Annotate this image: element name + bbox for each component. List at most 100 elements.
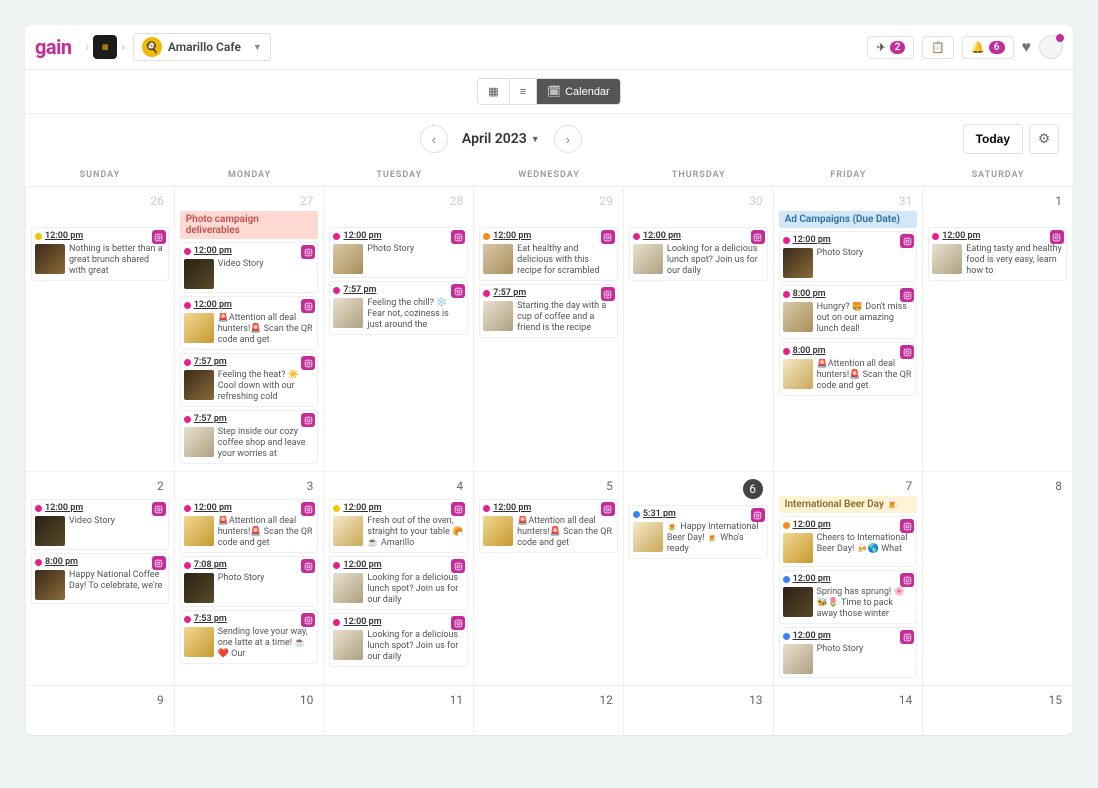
day-cell[interactable]: 31 Ad Campaigns (Due Date) 12:00 pm Phot… — [774, 186, 924, 471]
day-number: 27 — [177, 189, 322, 211]
month-bar: ‹ April 2023 ▼ › Today ⚙ — [25, 114, 1073, 164]
avatar[interactable] — [1039, 35, 1063, 59]
campaign-banner[interactable]: International Beer Day 🍺 — [779, 496, 918, 513]
post-card[interactable]: 12:00 pm Looking for a delicious lunch s… — [629, 227, 768, 281]
post-card[interactable]: 8:00 pm Hungry? 🍔 Don't miss out on our … — [779, 285, 918, 339]
day-cell[interactable]: 30 12:00 pm Looking for a delicious lunc… — [624, 186, 774, 471]
day-number: 31 — [776, 189, 921, 211]
clipboard-button[interactable]: 📋 — [922, 36, 954, 59]
campaign-banner[interactable]: Ad Campaigns (Due Date) — [779, 211, 918, 228]
post-card[interactable]: 7:57 pm Step inside our cozy coffee shop… — [180, 410, 319, 464]
post-card[interactable]: 12:00 pm Eating tasty and healthy food i… — [928, 227, 1067, 281]
post-card[interactable]: 12:00 pm 🚨Attention all deal hunters!🚨 S… — [180, 296, 319, 350]
instagram-icon — [900, 630, 914, 644]
post-card[interactable]: 12:00 pm Video Story — [180, 242, 319, 293]
post-card[interactable]: 7:53 pm Sending love your way, one latte… — [180, 610, 319, 664]
post-card[interactable]: 12:00 pm Looking for a delicious lunch s… — [329, 613, 468, 667]
post-card[interactable]: 7:57 pm Feeling the chill? ❄️ Fear not, … — [329, 281, 468, 335]
day-number: 2 — [28, 474, 172, 496]
instagram-icon — [751, 508, 765, 522]
campaign-banner[interactable]: Photo campaign deliverables — [180, 211, 319, 239]
chevron-down-icon: ▼ — [253, 42, 262, 53]
instagram-icon — [601, 502, 615, 516]
post-card[interactable]: 7:57 pm Feeling the heat? ☀️ Cool down w… — [180, 353, 319, 407]
instagram-icon — [601, 230, 615, 244]
instagram-icon — [900, 288, 914, 302]
day-cell[interactable]: 14 — [774, 685, 924, 735]
week-row: 9 10 11 12 13 14 15 — [25, 685, 1073, 735]
day-cell[interactable]: 11 — [324, 685, 474, 735]
post-card[interactable]: 12:00 pm Photo Story — [329, 227, 468, 278]
day-cell[interactable]: 12 — [474, 685, 624, 735]
day-number: 7 — [776, 474, 921, 496]
post-card[interactable]: 8:00 pm Happy National Coffee Day! To ce… — [31, 553, 169, 604]
post-card[interactable]: 12:00 pm Video Story — [31, 499, 169, 550]
bell-icon: 🔔 — [971, 41, 985, 54]
settings-button[interactable]: ⚙ — [1029, 124, 1059, 154]
post-card[interactable]: 12:00 pm Photo Story — [779, 231, 918, 282]
client-avatar[interactable]: ▦ — [93, 35, 117, 59]
instagram-icon — [451, 502, 465, 516]
calendar-view-button[interactable]: 🗓 Calendar — [537, 79, 620, 104]
list-icon: ≡ — [520, 86, 526, 98]
day-cell[interactable]: 9 — [25, 685, 175, 735]
calendar-icon: 🗓 — [547, 85, 561, 98]
post-card[interactable]: 8:00 pm 🚨Attention all deal hunters!🚨 Sc… — [779, 342, 918, 396]
heart-icon[interactable]: ♥ — [1022, 37, 1032, 57]
post-card[interactable]: 12:00 pm Nothing is better than a great … — [31, 227, 169, 281]
logo: gain — [35, 35, 72, 59]
view-switcher: ▦ ≡ 🗓 Calendar — [25, 70, 1073, 114]
day-number: 1 — [925, 189, 1070, 211]
day-number: 8 — [925, 474, 1070, 496]
instagram-icon — [900, 519, 914, 533]
send-badge: 2 — [890, 41, 906, 54]
today-button[interactable]: Today — [963, 124, 1023, 154]
day-cell[interactable]: 6 5:31 pm 🍺 Happy International Beer Day… — [624, 471, 774, 685]
post-card[interactable]: 12:00 pm Eat healthy and delicious with … — [479, 227, 618, 281]
next-month-button[interactable]: › — [554, 125, 582, 153]
day-cell[interactable]: 26 12:00 pm Nothing is better than a gre… — [25, 186, 175, 471]
day-number: 28 — [326, 189, 471, 211]
day-number: 4 — [326, 474, 471, 496]
send-button[interactable]: ✈ 2 — [867, 36, 914, 59]
day-cell[interactable]: 27 Photo campaign deliverables 12:00 pm … — [175, 186, 325, 471]
instagram-icon — [601, 287, 615, 301]
post-card[interactable]: 5:31 pm 🍺 Happy International Beer Day! … — [629, 505, 768, 559]
day-number: 10 — [177, 688, 322, 710]
instagram-icon — [900, 234, 914, 248]
day-cell[interactable]: 15 — [923, 685, 1073, 735]
post-card[interactable]: 12:00 pm 🚨Attention all deal hunters!🚨 S… — [180, 499, 319, 553]
day-cell[interactable]: 28 12:00 pm Photo Story 7:57 pm Feeling … — [324, 186, 474, 471]
post-card[interactable]: 7:08 pm Photo Story — [180, 556, 319, 607]
day-cell[interactable]: 13 — [624, 685, 774, 735]
day-cell[interactable]: 2 12:00 pm Video Story 8:00 pm Happy Nat… — [25, 471, 175, 685]
workspace-selector[interactable]: 🍳 Amarillo Cafe ▼ — [133, 33, 271, 61]
day-cell[interactable]: 29 12:00 pm Eat healthy and delicious wi… — [474, 186, 624, 471]
workspace-icon: 🍳 — [142, 37, 162, 57]
day-cell[interactable]: 8 — [923, 471, 1073, 685]
month-selector[interactable]: April 2023 ▼ — [462, 131, 540, 147]
day-cell[interactable]: 3 12:00 pm 🚨Attention all deal hunters!🚨… — [175, 471, 325, 685]
post-card[interactable]: 12:00 pm Fresh out of the oven, straight… — [329, 499, 468, 553]
day-cell[interactable]: 4 12:00 pm Fresh out of the oven, straig… — [324, 471, 474, 685]
day-number: 26 — [28, 189, 172, 211]
list-view-button[interactable]: ≡ — [510, 79, 536, 104]
day-number: 3 — [177, 474, 322, 496]
post-card[interactable]: 12:00 pm Cheers to International Beer Da… — [779, 516, 918, 567]
post-card[interactable]: 12:00 pm Spring has sprung! 🌸🐝🌷 Time to … — [779, 570, 918, 624]
chevron-right-icon: › — [86, 40, 90, 54]
day-cell[interactable]: 5 12:00 pm 🚨Attention all deal hunters!🚨… — [474, 471, 624, 685]
post-card[interactable]: 12:00 pm 🚨Attention all deal hunters!🚨 S… — [479, 499, 618, 553]
topbar: gain › ▦ › 🍳 Amarillo Cafe ▼ ✈ 2 📋 🔔 6 ♥ — [25, 25, 1073, 70]
day-cell[interactable]: 10 — [175, 685, 325, 735]
chevron-left-icon: ‹ — [432, 132, 436, 147]
day-cell[interactable]: 1 12:00 pm Eating tasty and healthy food… — [923, 186, 1073, 471]
prev-month-button[interactable]: ‹ — [420, 125, 448, 153]
post-card[interactable]: 12:00 pm Looking for a delicious lunch s… — [329, 556, 468, 610]
notifications-button[interactable]: 🔔 6 — [962, 36, 1013, 59]
grid-view-button[interactable]: ▦ — [478, 79, 508, 104]
day-cell[interactable]: 7 International Beer Day 🍺 12:00 pm Chee… — [774, 471, 924, 685]
post-card[interactable]: 12:00 pm Photo Story — [779, 627, 918, 678]
post-card[interactable]: 7:57 pm Starting the day with a cup of c… — [479, 284, 618, 338]
instagram-icon — [451, 616, 465, 630]
